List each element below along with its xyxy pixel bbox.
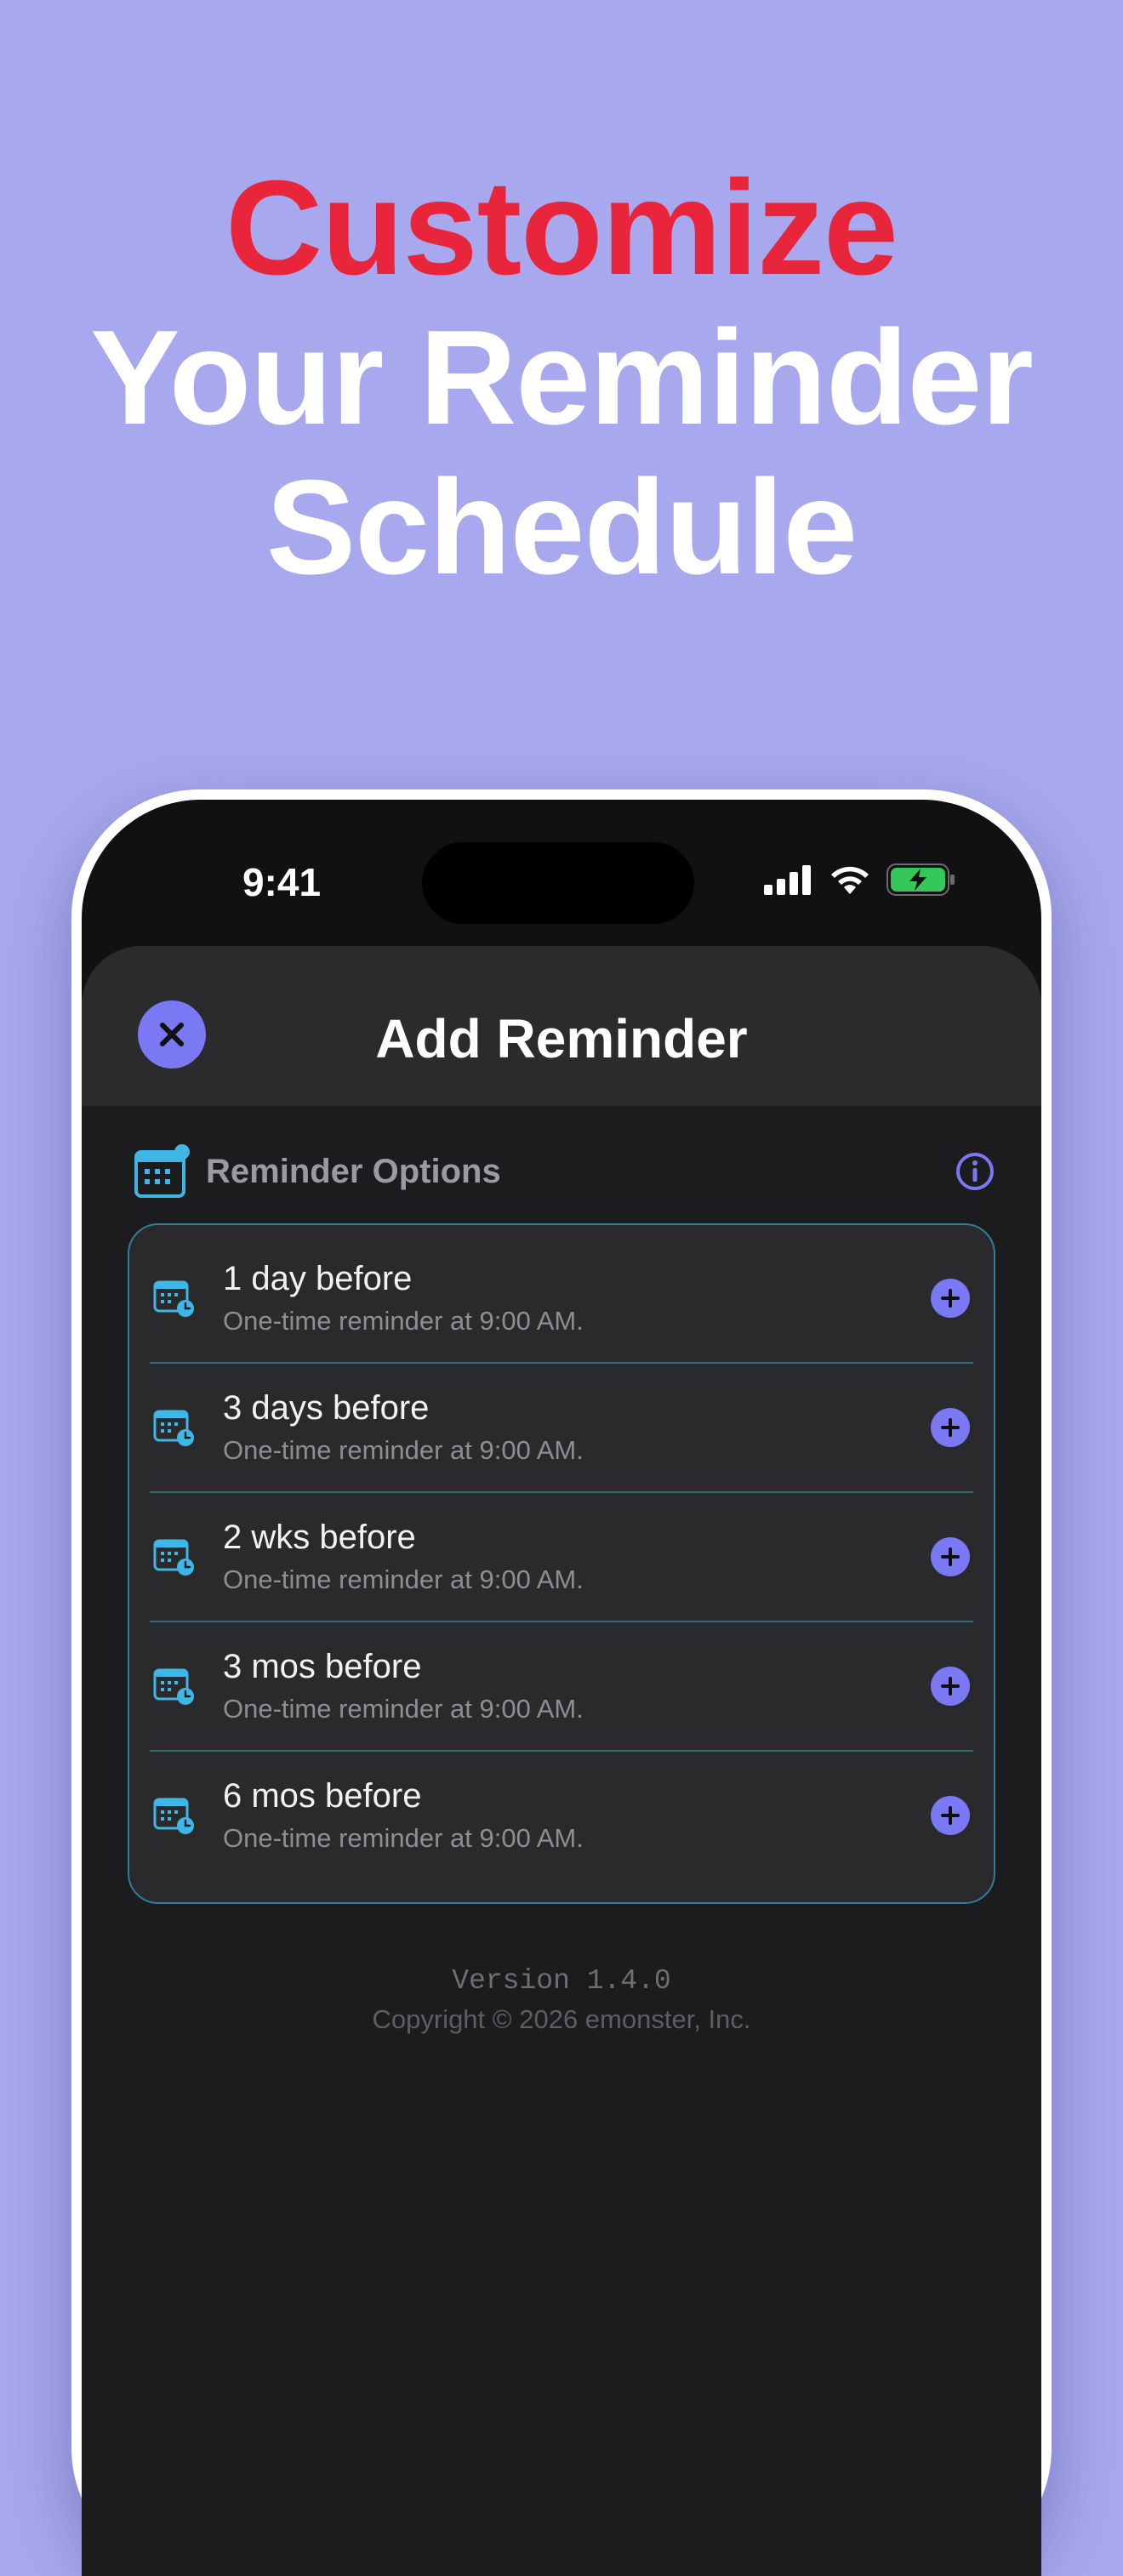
calendar-clock-icon [134, 1144, 190, 1198]
reminder-option-row[interactable]: 1 day before One-time reminder at 9:00 AM… [150, 1234, 973, 1363]
add-option-button[interactable] [931, 1796, 970, 1835]
option-subtitle: One-time reminder at 9:00 AM. [223, 1694, 584, 1724]
option-subtitle: One-time reminder at 9:00 AM. [223, 1823, 584, 1853]
calendar-clock-icon [153, 1539, 194, 1576]
option-text: 3 days before One-time reminder at 9:00 A… [223, 1388, 931, 1468]
plus-icon [941, 1547, 960, 1566]
reminder-options-header: Reminder Options [134, 1143, 995, 1200]
option-text: 1 day before One-time reminder at 9:00 AM… [223, 1258, 931, 1338]
option-title: 6 mos before [223, 1777, 422, 1815]
option-subtitle: One-time reminder at 9:00 AM. [223, 1435, 584, 1465]
option-title: 1 day before [223, 1260, 413, 1297]
info-icon[interactable] [955, 1151, 995, 1192]
section-label: Reminder Options [206, 1152, 501, 1190]
plus-icon [941, 1677, 960, 1695]
headline-line-1: Customize [225, 153, 898, 303]
sheet-title: Add Reminder [375, 1008, 748, 1069]
headline-line-2: Your Reminder [90, 303, 1034, 453]
status-icons [764, 863, 956, 897]
version-text: Version 1.4.0 [452, 1965, 671, 1997]
status-time: 9:41 [242, 860, 322, 904]
sheet-header: Add Reminder [82, 946, 1041, 1106]
option-title: 3 mos before [223, 1648, 422, 1685]
battery-charging-icon [886, 863, 955, 896]
add-reminder-sheet: Add Reminder Reminder Options 1 day befo… [82, 946, 1041, 2576]
option-subtitle: One-time reminder at 9:00 AM. [223, 1306, 584, 1336]
phone-frame: 9:41 Add Reminder Reminder Options 1 day… [71, 789, 1052, 2576]
reminder-option-row[interactable]: 3 days before One-time reminder at 9:00 A… [150, 1363, 973, 1492]
reminder-option-row[interactable]: 6 mos before One-time reminder at 9:00 AM… [150, 1751, 973, 1880]
option-title: 3 days before [223, 1389, 430, 1427]
calendar-clock-icon [153, 1668, 194, 1705]
calendar-clock-icon [153, 1410, 194, 1446]
add-option-button[interactable] [931, 1667, 970, 1706]
plus-icon [941, 1289, 960, 1308]
wifi-icon [831, 866, 869, 894]
headline: Customize Your Reminder Schedule [0, 153, 1123, 602]
option-text: 6 mos before One-time reminder at 9:00 AM… [223, 1775, 931, 1855]
add-option-button[interactable] [931, 1408, 970, 1447]
reminder-options-list: 1 day before One-time reminder at 9:00 AM… [128, 1223, 995, 1904]
phone-screen: 9:41 Add Reminder Reminder Options 1 day… [82, 800, 1041, 2576]
app-footer: Version 1.4.0 Copyright © 2026 emonster,… [82, 1962, 1041, 2038]
option-title: 2 wks before [223, 1519, 416, 1556]
reminder-option-row[interactable]: 2 wks before One-time reminder at 9:00 AM… [150, 1492, 973, 1621]
headline-line-3: Schedule [265, 453, 858, 602]
cellular-signal-icon [764, 865, 811, 895]
reminder-option-row[interactable]: 3 mos before One-time reminder at 9:00 AM… [150, 1621, 973, 1751]
add-option-button[interactable] [931, 1537, 970, 1576]
calendar-clock-icon [153, 1798, 194, 1834]
add-option-button[interactable] [931, 1279, 970, 1318]
option-text: 3 mos before One-time reminder at 9:00 AM… [223, 1646, 931, 1726]
plus-icon [941, 1418, 960, 1437]
dynamic-island [422, 842, 694, 924]
copyright-text: Copyright © 2026 emonster, Inc. [372, 2004, 751, 2034]
plus-icon [941, 1806, 960, 1825]
calendar-clock-icon [153, 1280, 194, 1317]
option-text: 2 wks before One-time reminder at 9:00 AM… [223, 1517, 931, 1597]
option-subtitle: One-time reminder at 9:00 AM. [223, 1564, 584, 1594]
